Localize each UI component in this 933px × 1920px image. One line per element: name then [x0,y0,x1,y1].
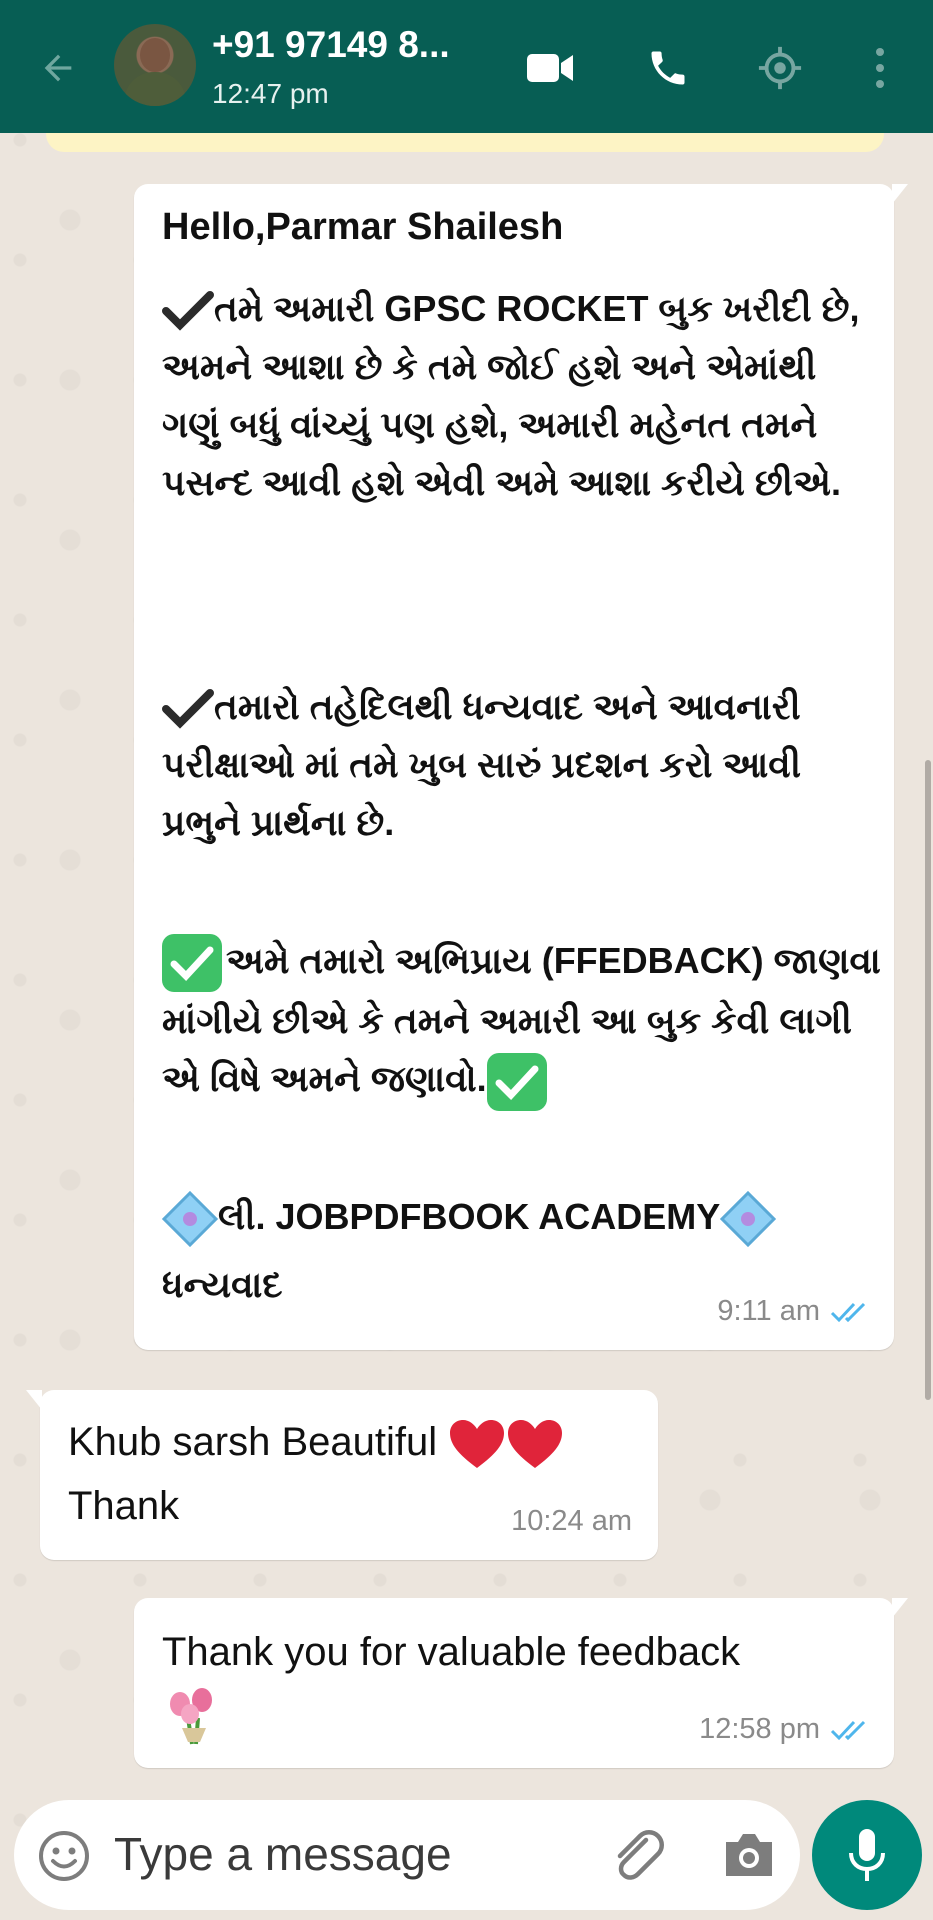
red-heart-emoji-icon [508,1420,563,1469]
message-input[interactable] [114,1824,514,1884]
message-paragraph: તમે અમારી GPSC ROCKET બુક ખરીદી છે, અમને… [162,288,860,503]
live-location-icon[interactable] [754,42,806,94]
emoji-icon[interactable] [36,1828,92,1884]
message-paragraph: લી. JOBPDFBOOK ACADEMY [162,1188,882,1248]
message-greeting: Hello,Parmar Shailesh [162,206,564,248]
check-box-emoji-icon [162,934,222,993]
video-call-icon[interactable] [524,42,576,94]
check-box-emoji-icon [486,1052,547,1111]
scrollbar[interactable] [925,760,931,1400]
message-time: 9:11 am [717,1295,870,1328]
contact-avatar[interactable] [114,24,196,106]
message-paragraph: તમારો તહેદિલથી ધન્યવાદ અને આવનારી પરીક્ષ… [162,686,802,843]
outgoing-message[interactable]: Thank you for valuable feedback 12:58 pm [134,1598,908,1768]
message-time: 10:24 am [511,1505,632,1537]
mic-icon [849,1829,885,1881]
message-time: 12:58 pm [699,1713,870,1746]
arrow-back-icon[interactable] [34,44,82,92]
message-text: Thank you for valuable feedback [162,1620,740,1765]
message-paragraph: અમે તમારો અભિપ્રાય (FFEDBACK) જાણવા માંગ… [162,932,882,1111]
message-composer [14,1800,800,1910]
paperclip-icon[interactable] [608,1826,666,1884]
double-check-icon [830,1720,866,1740]
red-heart-emoji-icon [450,1420,505,1469]
phone-icon[interactable] [642,42,694,94]
chat-header: +91 97149 8... 12:47 pm [0,0,933,133]
outgoing-message[interactable]: Hello,Parmar Shailesh તમે અમારી GPSC ROC… [134,184,908,1350]
camera-icon[interactable] [720,1828,778,1882]
mic-button[interactable] [812,1800,922,1910]
diamond-emoji-icon [162,1191,218,1248]
last-seen-status: 12:47 pm [212,78,329,109]
check-mark-icon [162,689,214,730]
contact-name[interactable]: +91 97149 8... [212,24,450,66]
double-check-icon [830,1302,866,1322]
diamond-emoji-icon [720,1191,777,1248]
incoming-message[interactable]: Khub sarsh Beautiful Thank 10:24 am [26,1390,658,1560]
more-vertical-icon[interactable] [854,42,906,94]
tulip-bouquet-emoji-icon [170,1688,212,1745]
check-mark-icon [162,291,214,332]
message-text: Khub sarsh Beautiful Thank [68,1410,564,1538]
